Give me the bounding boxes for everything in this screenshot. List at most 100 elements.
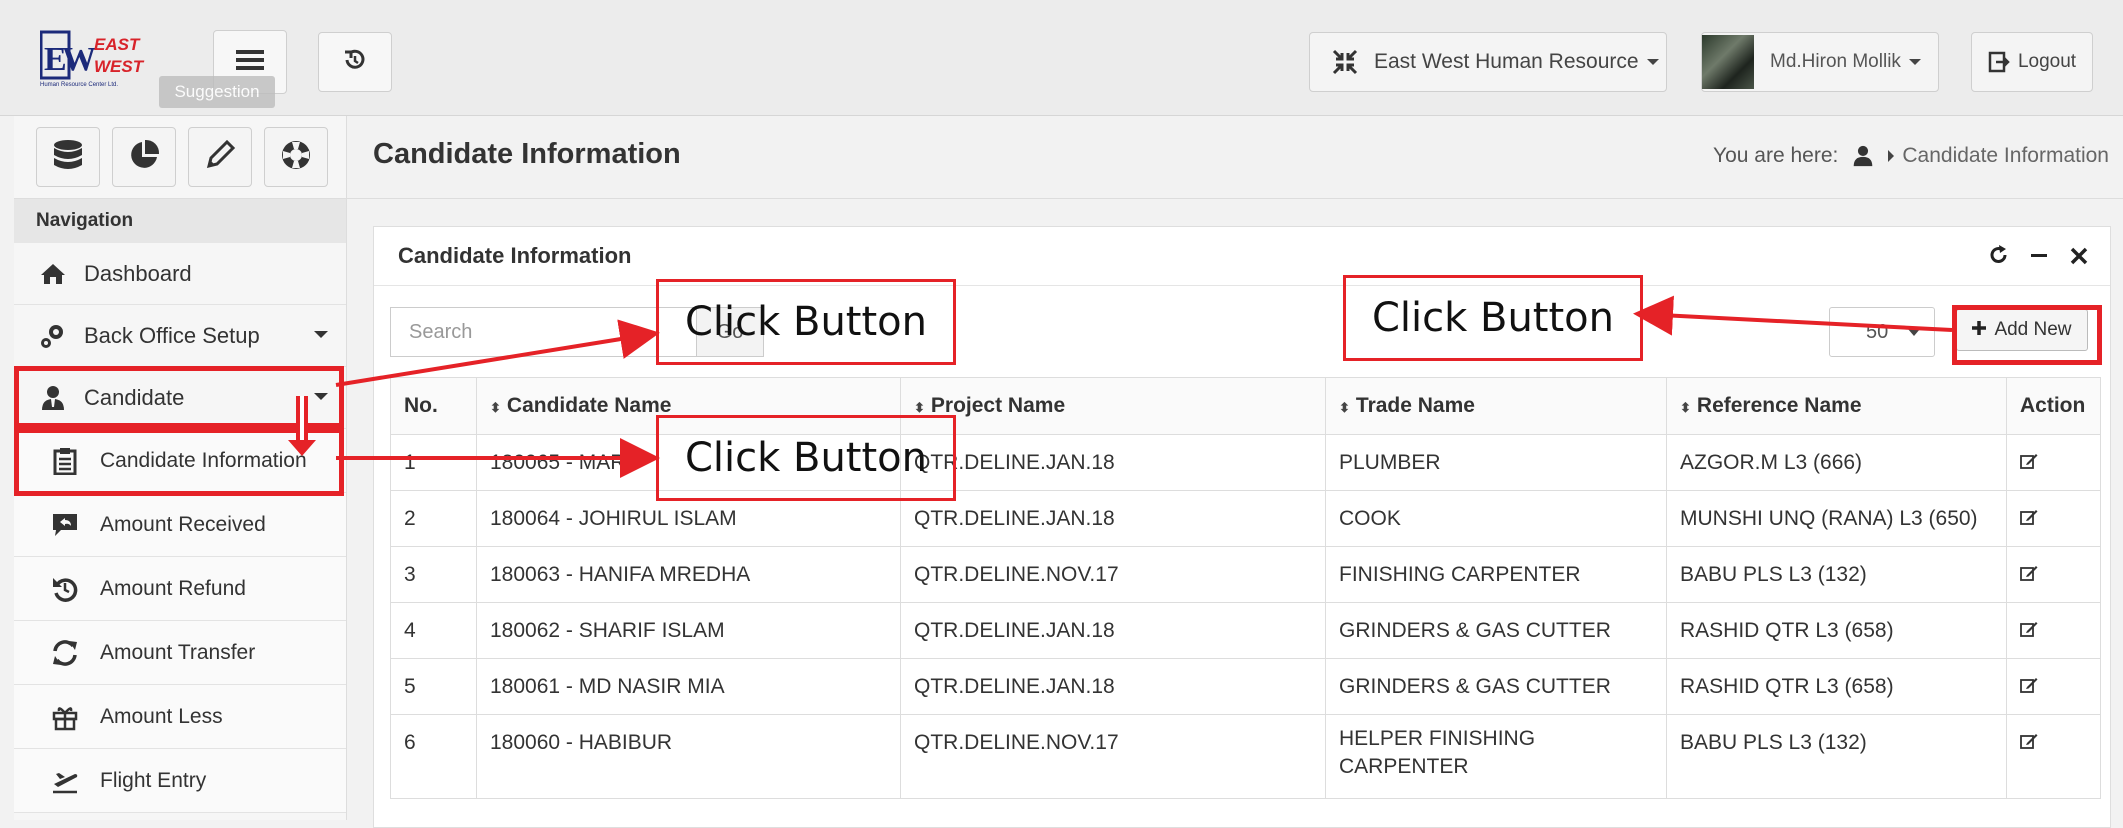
sidebar-subitem-flight-entry[interactable]: Flight Entry [14, 749, 346, 813]
cell-action [2006, 490, 2101, 547]
page-title: Candidate Information [373, 138, 681, 170]
svg-text:WEST: WEST [94, 57, 145, 76]
user-dropdown[interactable]: Md.Hiron Mollik [1701, 32, 1939, 92]
refresh-icon [48, 638, 82, 668]
cell-reference-name: MUNSHI UNQ (RANA) L3 (650) [1666, 490, 2007, 547]
pie-chart-button[interactable] [112, 127, 176, 187]
edit-icon[interactable] [2020, 563, 2038, 586]
sort-icon: ⬍ [914, 400, 925, 415]
gears-icon [36, 322, 70, 350]
close-icon[interactable] [2070, 245, 2088, 270]
sidebar-subitem-label: Amount Transfer [100, 640, 256, 664]
edit-icon[interactable] [2020, 731, 2038, 754]
sidebar-subitem-amount-received[interactable]: Amount Received [14, 493, 346, 557]
highlight-candidate-information [14, 428, 344, 496]
company-name: East West Human Resource [1374, 50, 1639, 73]
compress-icon [1332, 49, 1358, 75]
edit-icon[interactable] [2020, 675, 2038, 698]
history-icon [342, 47, 368, 78]
logout-button[interactable]: Logout [1971, 32, 2093, 92]
cell-project-name: QTR.DELINE.JAN.18 [900, 658, 1326, 715]
callout-click-button-add-new: Click Button [1343, 275, 1643, 361]
highlight-add-new [1952, 305, 2102, 365]
cell-project-name: QTR.DELINE.JAN.18 [900, 602, 1326, 659]
reply-bubble-icon [48, 510, 82, 540]
column-header-label: Action [2020, 394, 2086, 417]
pencil-button[interactable] [188, 127, 252, 187]
cell-no: 4 [390, 602, 477, 659]
cell-no: 6 [390, 714, 477, 799]
sidebar-subitem-amount-transfer[interactable]: Amount Transfer [14, 621, 346, 685]
company-logo[interactable]: E W EAST WEST Human Resource Center Ltd. [39, 30, 148, 92]
sidebar-subitem-label: Flight Entry [100, 768, 207, 792]
panel-header: Candidate Information [374, 227, 2110, 286]
page-size-select[interactable]: 50 [1829, 307, 1935, 357]
user-tie-icon[interactable] [1852, 145, 1874, 167]
sidebar-toolbar [14, 116, 346, 199]
chevron-right-icon [1888, 150, 1895, 162]
cell-no: 5 [390, 658, 477, 715]
minimize-icon[interactable] [2030, 245, 2048, 270]
candidate-panel: Candidate Information Search Go 50 Add N… [373, 226, 2111, 828]
edit-icon[interactable] [2020, 619, 2038, 642]
cell-reference-name: BABU PLS L3 (132) [1666, 714, 2007, 799]
home-icon [36, 260, 70, 288]
cell-candidate-name: 180061 - MD NASIR MIA [476, 658, 901, 715]
sidebar-subitem-amount-less[interactable]: Amount Less [14, 685, 346, 749]
cell-action [2006, 602, 2101, 659]
chevron-down-icon [1908, 329, 1920, 336]
pencil-icon [203, 138, 237, 177]
main-content: Candidate Information You are here: Cand… [347, 116, 2123, 828]
cell-reference-name: AZGOR.M L3 (666) [1666, 434, 2007, 491]
column-header-label: No. [404, 394, 438, 417]
sidebar-subitem-label: Amount Received [100, 512, 266, 536]
cell-trade-name: COOK [1325, 490, 1667, 547]
table-row: 3 180063 - HANIFA MREDHA QTR.DELINE.NOV.17… [390, 546, 2101, 603]
column-header-label: Reference Name [1696, 394, 1862, 417]
chevron-down-icon [314, 331, 328, 338]
cell-reference-name: BABU PLS L3 (132) [1666, 546, 2007, 603]
table-header-row: No. ⬍ Candidate Name ⬍ Project Name ⬍ Trade… [390, 377, 2101, 435]
cell-trade-name: GRINDERS & GAS CUTTER [1325, 658, 1667, 715]
cell-candidate-name: 180063 - HANIFA MREDHA [476, 546, 901, 603]
breadcrumb-current[interactable]: Candidate Information [1902, 144, 2109, 168]
column-header-label: Project Name [930, 394, 1066, 417]
gift-icon [48, 702, 82, 732]
column-header-reference-name[interactable]: ⬍ Reference Name [1666, 377, 2007, 435]
cell-candidate-name: 180062 - SHARIF ISLAM [476, 602, 901, 659]
history-button[interactable] [318, 32, 392, 92]
logout-label: Logout [2017, 51, 2077, 72]
table-row: 1 180065 - MARU QTR.DELINE.JAN.18 PLUMBER AZ… [390, 434, 2101, 491]
cell-action [2006, 658, 2101, 715]
sidebar-item-back-office-setup[interactable]: Back Office Setup [14, 305, 346, 367]
plane-departure-icon [48, 766, 82, 796]
breadcrumb: You are here: Candidate Information [1713, 144, 2109, 168]
column-header-trade-name[interactable]: ⬍ Trade Name [1325, 377, 1667, 435]
cell-project-name: QTR.DELINE.JAN.18 [900, 490, 1326, 547]
sidebar-subitem-amount-refund[interactable]: Amount Refund [14, 557, 346, 621]
column-header-action: Action [2006, 377, 2101, 435]
database-icon [51, 138, 85, 177]
undo-icon [48, 574, 82, 604]
cell-trade-name: FINISHING CARPENTER [1325, 546, 1667, 603]
edit-icon[interactable] [2020, 507, 2038, 530]
cell-candidate-name: 180060 - HABIBUR [476, 714, 901, 799]
cell-project-name: QTR.DELINE.NOV.17 [900, 714, 1326, 799]
edit-icon[interactable] [2020, 451, 2038, 474]
column-header-no[interactable]: No. [390, 377, 477, 435]
table-row: 6 180060 - HABIBUR QTR.DELINE.NOV.17 HELPER… [390, 714, 2101, 799]
lifebuoy-button[interactable] [264, 127, 328, 187]
company-dropdown[interactable]: East West Human Resource [1309, 32, 1667, 92]
chevron-down-icon [1908, 59, 1921, 65]
svg-text:EAST: EAST [94, 35, 141, 54]
search-input[interactable]: Search [390, 307, 696, 357]
sidebar-item-label: Back Office Setup [84, 322, 260, 348]
sidebar-item-dashboard[interactable]: Dashboard [14, 243, 346, 305]
column-header-project-name[interactable]: ⬍ Project Name [900, 377, 1326, 435]
database-button[interactable] [36, 127, 100, 187]
breadcrumb-prefix: You are here: [1713, 144, 1839, 167]
cell-no: 1 [390, 434, 477, 491]
hamburger-icon [236, 48, 264, 77]
refresh-icon[interactable] [1990, 245, 2008, 270]
page-header: Candidate Information You are here: Cand… [347, 116, 2123, 199]
